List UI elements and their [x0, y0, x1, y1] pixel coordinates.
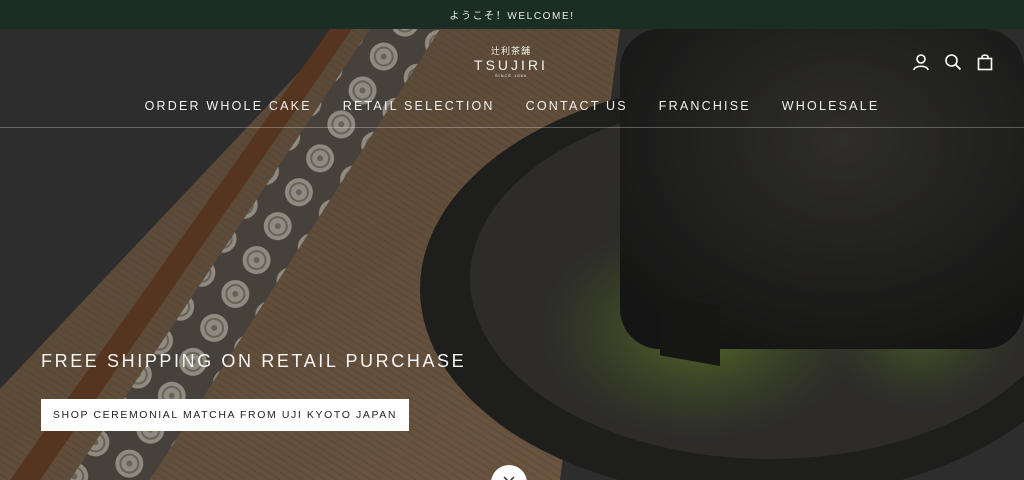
- hero-banner: 辻利茶舗 TSUJIRI SINCE 1860 ORDER WHOLE CAKE…: [0, 29, 1024, 480]
- announcement-text: ようこそ！WELCOME!: [449, 11, 575, 22]
- main-navigation: ORDER WHOLE CAKE RETAIL SELECTION CONTAC…: [0, 99, 1024, 113]
- account-icon[interactable]: [912, 53, 930, 71]
- brand-since: SINCE 1860: [494, 73, 528, 78]
- chevron-down-icon: [503, 476, 515, 480]
- nav-retail-selection[interactable]: RETAIL SELECTION: [343, 99, 495, 113]
- hero-heading: FREE SHIPPING ON RETAIL PURCHASE: [41, 351, 467, 371]
- site-header: 辻利茶舗 TSUJIRI SINCE 1860 ORDER WHOLE CAKE…: [0, 29, 1024, 128]
- brand-name: TSUJIRI: [474, 57, 548, 73]
- shop-matcha-button[interactable]: SHOP CEREMONIAL MATCHA FROM UJI KYOTO JA…: [41, 399, 409, 431]
- nav-wholesale[interactable]: WHOLESALE: [782, 99, 880, 113]
- search-icon[interactable]: [944, 53, 962, 71]
- nav-order-whole-cake[interactable]: ORDER WHOLE CAKE: [145, 99, 312, 113]
- shopping-bag-icon[interactable]: [976, 53, 994, 71]
- brand-logo[interactable]: 辻利茶舗 TSUJIRI SINCE 1860: [466, 41, 556, 87]
- nav-franchise[interactable]: FRANCHISE: [659, 99, 751, 113]
- announcement-bar: ようこそ！WELCOME!: [0, 0, 1024, 29]
- brand-kanji: 辻利茶舗: [490, 47, 531, 57]
- nav-contact-us[interactable]: CONTACT US: [526, 99, 628, 113]
- header-icons: [912, 53, 994, 71]
